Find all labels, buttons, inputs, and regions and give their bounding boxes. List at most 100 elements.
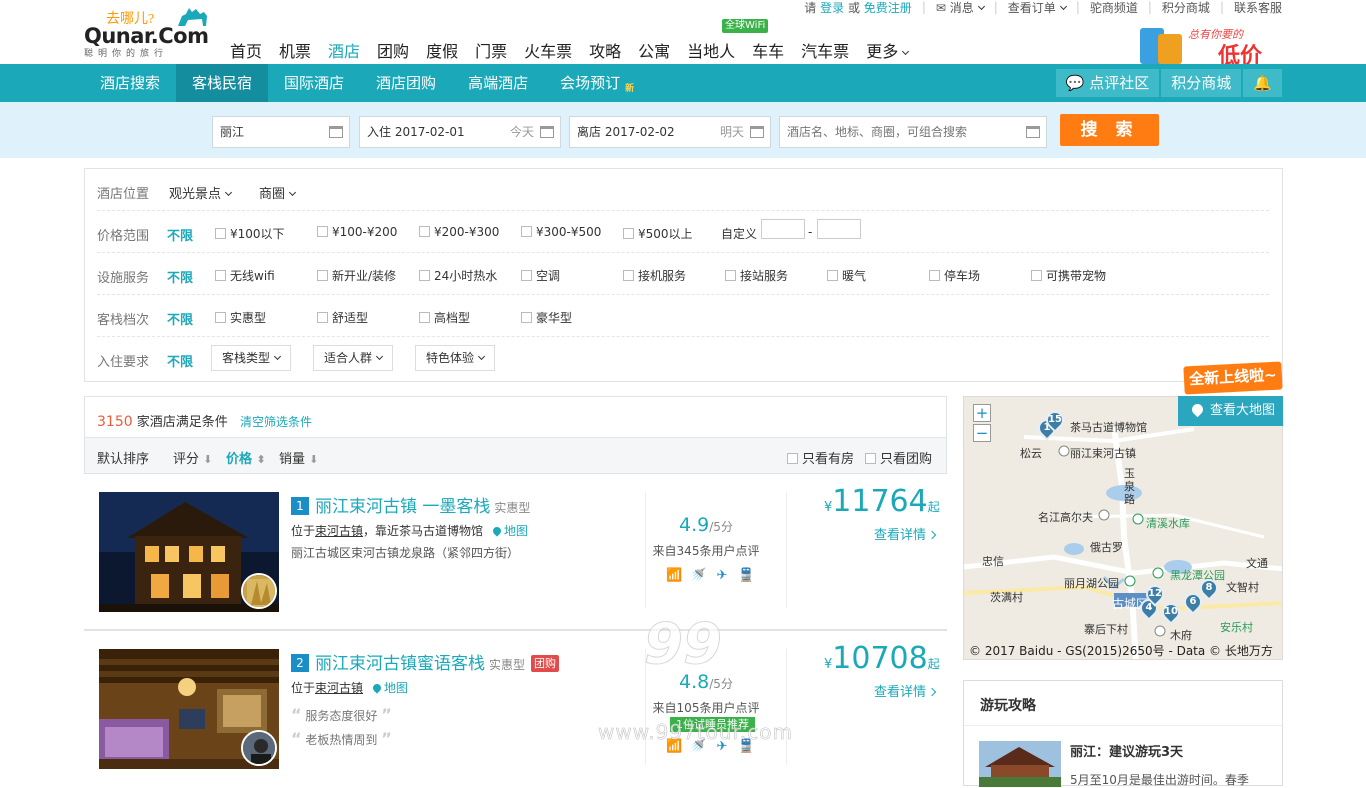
facility-option[interactable]: 暖气 bbox=[827, 267, 866, 284]
qunar-logo[interactable]: 去哪儿? Qunar.Com 聪明你的旅行 bbox=[84, 6, 214, 59]
clear-filters-link[interactable]: 清空筛选条件 bbox=[240, 415, 312, 429]
search-button[interactable]: 搜 索 bbox=[1060, 114, 1159, 146]
app-promo-banner[interactable]: 总有你要的 低价 bbox=[1140, 26, 1282, 69]
subnav-hotel-group[interactable]: 酒店团购 bbox=[360, 64, 452, 102]
zoom-out-button[interactable]: − bbox=[973, 424, 991, 442]
checkbox[interactable] bbox=[623, 228, 634, 239]
facility-option[interactable]: 24小时热水 bbox=[419, 267, 497, 284]
zoom-in-button[interactable]: + bbox=[973, 404, 991, 422]
grade-option[interactable]: 高档型 bbox=[419, 309, 470, 326]
nav-bus[interactable]: 汽车票 bbox=[801, 38, 849, 62]
checkbox[interactable] bbox=[317, 270, 328, 281]
sort-default[interactable]: 默认排序 bbox=[97, 448, 149, 467]
checkbox[interactable] bbox=[623, 270, 634, 281]
grade-option[interactable]: 舒适型 bbox=[317, 309, 368, 326]
bell-button[interactable]: 🔔 bbox=[1243, 69, 1282, 97]
price-option[interactable]: ¥100-¥200 bbox=[317, 225, 397, 239]
view-big-map-button[interactable]: 查看大地图 bbox=[1178, 396, 1283, 426]
checkbox[interactable] bbox=[521, 226, 532, 237]
nav-group-buy[interactable]: 团购 bbox=[377, 38, 409, 62]
nav-hotels[interactable]: 酒店 bbox=[328, 38, 360, 62]
requirement-all[interactable]: 不限 bbox=[167, 351, 193, 370]
only-group-checkbox[interactable]: 只看团购 bbox=[865, 448, 932, 467]
location-attractions-dropdown[interactable]: 观光景点 bbox=[169, 183, 233, 202]
login-link[interactable]: 登录 bbox=[820, 1, 844, 15]
grade-option[interactable]: 豪华型 bbox=[521, 309, 572, 326]
points-mall-button[interactable]: 积分商城 bbox=[1161, 69, 1242, 97]
nav-apartments[interactable]: 公寓 bbox=[638, 38, 670, 62]
price-max-input[interactable] bbox=[817, 219, 861, 239]
nav-flights[interactable]: 机票 bbox=[279, 38, 311, 62]
facility-option[interactable]: 空调 bbox=[521, 267, 560, 284]
nav-locals[interactable]: 当地人 bbox=[687, 38, 735, 62]
camel-channel-link[interactable]: 驼商频道 bbox=[1090, 0, 1138, 16]
checkbox[interactable] bbox=[725, 270, 736, 281]
subnav-international[interactable]: 国际酒店 bbox=[268, 64, 360, 102]
nav-more[interactable]: 更多 bbox=[866, 38, 910, 62]
facility-option[interactable]: 停车场 bbox=[929, 267, 980, 284]
area-link[interactable]: 束河古镇 bbox=[315, 681, 363, 695]
price-option[interactable]: ¥500以上 bbox=[623, 225, 693, 242]
price-option[interactable]: ¥200-¥300 bbox=[419, 225, 499, 239]
checkout-field[interactable]: 离店 2017-02-02 明天 bbox=[569, 116, 771, 148]
nav-tickets[interactable]: 门票 bbox=[475, 38, 507, 62]
subnav-venue[interactable]: 会场预订新 bbox=[544, 64, 636, 102]
checkbox[interactable] bbox=[215, 312, 226, 323]
inn-type-dropdown[interactable]: 客栈类型 bbox=[211, 345, 292, 371]
subnav-hotel-search[interactable]: 酒店搜索 bbox=[84, 64, 176, 102]
keyword-field[interactable] bbox=[779, 116, 1047, 148]
nav-guides[interactable]: 攻略 bbox=[589, 38, 621, 62]
map-panel[interactable]: 茶马古道博物馆 松云 丽江束河古镇 玉泉路 名江高尔夫 清溪水库 忠信 俄古罗 … bbox=[963, 396, 1283, 660]
checkbox[interactable] bbox=[521, 270, 532, 281]
facility-option[interactable]: 接机服务 bbox=[623, 267, 686, 284]
facility-option[interactable]: 接站服务 bbox=[725, 267, 788, 284]
nav-home[interactable]: 首页 bbox=[230, 38, 262, 62]
map-link[interactable]: 地图 bbox=[487, 524, 528, 538]
hotel-name-link[interactable]: 2 丽江束河古镇蜜语客栈 实惠型 团购 bbox=[291, 649, 560, 674]
price-all[interactable]: 不限 bbox=[167, 225, 193, 244]
checkbox[interactable] bbox=[419, 270, 430, 281]
map-link[interactable]: 地图 bbox=[367, 681, 408, 695]
facility-option[interactable]: 可携带宠物 bbox=[1031, 267, 1106, 284]
city-field[interactable]: 丽江 bbox=[212, 116, 350, 148]
sort-score[interactable]: 评分 ⬇ bbox=[173, 448, 212, 467]
points-mall-link[interactable]: 积分商城 bbox=[1162, 0, 1210, 16]
price-min-input[interactable] bbox=[761, 219, 805, 239]
orders-link[interactable]: 查看订单 bbox=[1008, 0, 1067, 16]
area-link[interactable]: 束河古镇 bbox=[315, 524, 363, 538]
checkbox[interactable] bbox=[787, 453, 798, 464]
sort-sales[interactable]: 销量 ⬇ bbox=[279, 448, 318, 467]
checkbox[interactable] bbox=[419, 312, 430, 323]
nav-vacation[interactable]: 度假 bbox=[426, 38, 458, 62]
audience-dropdown[interactable]: 适合人群 bbox=[313, 345, 394, 371]
grade-all[interactable]: 不限 bbox=[167, 309, 193, 328]
checkbox[interactable] bbox=[929, 270, 940, 281]
checkbox[interactable] bbox=[827, 270, 838, 281]
checkbox[interactable] bbox=[521, 312, 532, 323]
checkbox[interactable] bbox=[1031, 270, 1042, 281]
checkbox[interactable] bbox=[317, 312, 328, 323]
guide-item-title[interactable]: 丽江：建议游玩3天 bbox=[1070, 741, 1183, 760]
view-details-link[interactable]: 查看详情 bbox=[874, 524, 937, 543]
nav-cars[interactable]: 车车 bbox=[752, 38, 784, 62]
price-option[interactable]: ¥100以下 bbox=[215, 225, 285, 242]
checkbox[interactable] bbox=[215, 228, 226, 239]
view-details-link[interactable]: 查看详情 bbox=[874, 681, 937, 700]
facility-option[interactable]: 无线wifi bbox=[215, 267, 275, 284]
checkbox[interactable] bbox=[865, 453, 876, 464]
hotel-name-link[interactable]: 1 丽江束河古镇 一墨客栈 实惠型 bbox=[291, 492, 530, 517]
checkin-field[interactable]: 入住 2017-02-01 今天 bbox=[359, 116, 561, 148]
facility-all[interactable]: 不限 bbox=[167, 267, 193, 286]
register-link[interactable]: 免费注册 bbox=[864, 1, 912, 15]
nav-train[interactable]: 火车票 bbox=[524, 38, 572, 62]
keyword-input[interactable] bbox=[787, 125, 1007, 139]
guide-image[interactable] bbox=[979, 741, 1061, 787]
subnav-inns[interactable]: 客栈民宿 bbox=[176, 64, 269, 102]
checkbox[interactable] bbox=[317, 226, 328, 237]
only-available-checkbox[interactable]: 只看有房 bbox=[787, 448, 854, 467]
contact-link[interactable]: 联系客服 bbox=[1234, 0, 1282, 16]
subnav-luxury[interactable]: 高端酒店 bbox=[452, 64, 544, 102]
experience-dropdown[interactable]: 特色体验 bbox=[415, 345, 496, 371]
location-business-dropdown[interactable]: 商圈 bbox=[259, 183, 297, 202]
price-option[interactable]: ¥300-¥500 bbox=[521, 225, 601, 239]
